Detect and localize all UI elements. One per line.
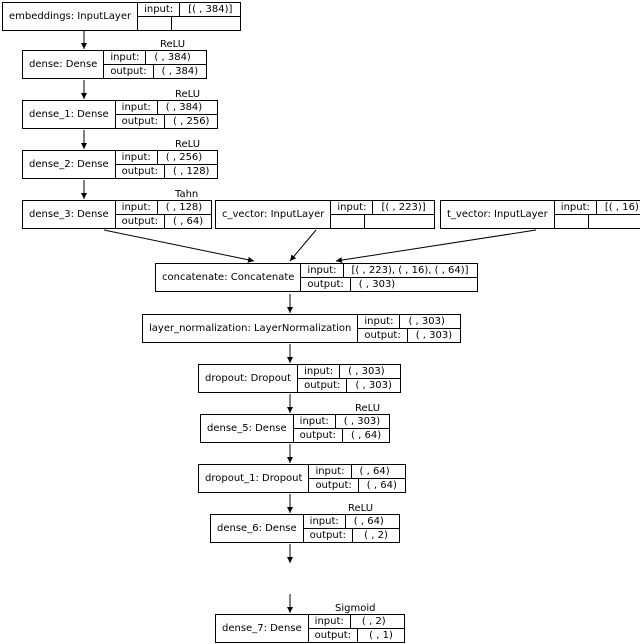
io-val: ( , 64): [359, 479, 405, 492]
activation-label: Tahn: [175, 189, 198, 200]
node-label: embeddings: InputLayer: [3, 3, 138, 30]
node-dense-2: dense_2: Dense input:( , 256) output:( ,…: [22, 150, 218, 179]
node-c-vector: c_vector: InputLayer input:[( , 223)]: [215, 200, 435, 229]
io-val: ( , 384): [158, 101, 210, 114]
io-val: [( , 223), ( , 16), ( , 64)]: [344, 264, 477, 277]
node-label: dense_3: Dense: [23, 201, 116, 228]
io-key: output:: [301, 278, 350, 291]
io-key: output:: [116, 215, 165, 228]
io-key: input:: [309, 465, 351, 478]
io-val: ( , 64): [343, 429, 389, 442]
node-label: dropout: Dropout: [199, 365, 298, 392]
io-key: output:: [104, 65, 153, 78]
io-key: input:: [104, 51, 146, 64]
activation-label: ReLU: [348, 503, 373, 514]
node-label: dense_2: Dense: [23, 151, 116, 178]
node-label: dense_7: Dense: [216, 615, 309, 642]
io-key: output:: [298, 379, 347, 392]
io-val: ( , 303): [400, 315, 452, 328]
io-val: ( , 2): [353, 529, 399, 542]
activation-label: ReLU: [175, 139, 200, 150]
io-val: ( , 384): [146, 51, 198, 64]
io-val: ( , 384): [154, 65, 206, 78]
node-concatenate: concatenate: Concatenate input:[( , 223)…: [155, 263, 478, 292]
node-dropout: dropout: Dropout input:( , 303) output:(…: [198, 364, 401, 393]
node-label: dense_6: Dense: [211, 515, 304, 542]
io-key: output:: [116, 115, 165, 128]
activation-label: ReLU: [160, 39, 185, 50]
node-dense: dense: Dense input:( , 384) output:( , 3…: [22, 50, 207, 79]
io-key: output:: [358, 329, 407, 342]
io-val: ( , 256): [165, 115, 217, 128]
io-key: input:: [301, 264, 343, 277]
io-key: input:: [309, 615, 351, 628]
activation-label: ReLU: [175, 89, 200, 100]
io-val: [( , 223)]: [373, 201, 433, 214]
io-key: input:: [116, 151, 158, 164]
node-dense-3: dense_3: Dense input:( , 128) output:( ,…: [22, 200, 212, 229]
io-val: ( , 303): [347, 379, 399, 392]
io-val: ( , 64): [352, 465, 398, 478]
node-layernorm: layer_normalization: LayerNormalization …: [142, 314, 461, 343]
io-key: input:: [294, 415, 336, 428]
io-key: input:: [331, 201, 373, 214]
io-val: ( , 128): [165, 165, 217, 178]
node-dense-5: dense_5: Dense input:( , 303) output:( ,…: [200, 414, 390, 443]
node-label: dense_5: Dense: [201, 415, 294, 442]
node-t-vector: t_vector: InputLayer input:[( , 16)]: [440, 200, 640, 229]
model-graph: { "chart_data": { "type": "diagram", "ti…: [0, 0, 640, 644]
io-key: output:: [294, 429, 343, 442]
io-key: input:: [298, 365, 340, 378]
node-label: t_vector: InputLayer: [441, 201, 555, 228]
node-label: layer_normalization: LayerNormalization: [143, 315, 358, 342]
io-val: [( , 384)]: [180, 3, 240, 16]
io-val: ( , 303): [408, 329, 460, 342]
activation-label: ReLU: [355, 403, 380, 414]
node-label: dense: Dense: [23, 51, 104, 78]
node-label: c_vector: InputLayer: [216, 201, 331, 228]
io-val: ( , 303): [340, 365, 392, 378]
io-key: output:: [309, 479, 358, 492]
io-key: input:: [116, 201, 158, 214]
node-label: concatenate: Concatenate: [156, 264, 301, 291]
node-label: dense_1: Dense: [23, 101, 116, 128]
io-val: ( , 64): [346, 515, 392, 528]
node-embeddings: embeddings: InputLayer input:[( , 384)]: [2, 2, 241, 31]
io-val: ( , 1): [358, 629, 404, 642]
io-key: output:: [116, 165, 165, 178]
io-key: input:: [138, 3, 180, 16]
io-val: ( , 128): [158, 201, 210, 214]
node-label: dropout_1: Dropout: [199, 465, 309, 492]
io-val: ( , 2): [351, 615, 397, 628]
io-key: input:: [304, 515, 346, 528]
io-key: input:: [555, 201, 597, 214]
io-val: ( , 256): [158, 151, 210, 164]
activation-label: Sigmoid: [335, 603, 375, 614]
io-val: ( , 303): [336, 415, 388, 428]
io-val: ( , 64): [165, 215, 211, 228]
io-val: [( , 16)]: [597, 201, 640, 214]
node-dense-1: dense_1: Dense input:( , 384) output:( ,…: [22, 100, 218, 129]
io-val: ( , 303): [351, 278, 403, 291]
io-key: output:: [309, 629, 358, 642]
node-dense-6: dense_6: Dense input:( , 64) output:( , …: [210, 514, 400, 543]
io-key: input:: [116, 101, 158, 114]
io-key: input:: [358, 315, 400, 328]
io-key: output:: [304, 529, 353, 542]
node-dropout-1: dropout_1: Dropout input:( , 64) output:…: [198, 464, 406, 493]
node-dense-7: dense_7: Dense input:( , 2) output:( , 1…: [215, 614, 405, 643]
